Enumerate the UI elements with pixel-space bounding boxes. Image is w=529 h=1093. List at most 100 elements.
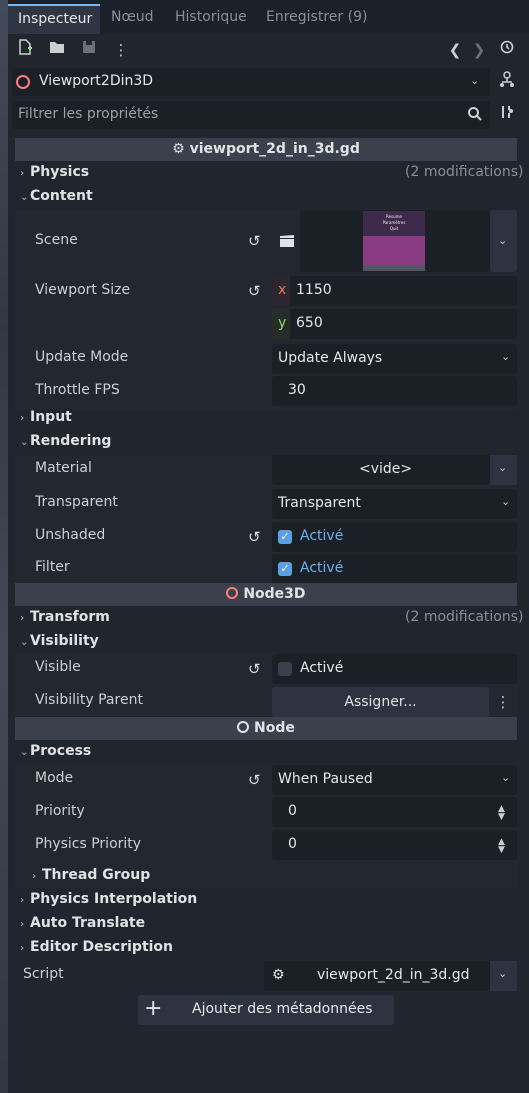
x-axis-label: x xyxy=(278,282,287,298)
chevron-right-icon: › xyxy=(20,895,25,906)
tab-noeud[interactable]: Nœud xyxy=(101,4,164,34)
history-forward-icon[interactable]: ❯ xyxy=(467,38,491,62)
section-thread-group-label: Thread Group xyxy=(42,867,151,883)
update-mode-value: Update Always xyxy=(278,350,383,366)
transparent-value: Transparent xyxy=(278,495,361,511)
tab-inspecteur[interactable]: Inspecteur xyxy=(8,4,100,34)
section-editor-description-label: Editor Description xyxy=(30,939,174,955)
tab-historique[interactable]: Historique xyxy=(165,4,257,34)
node-header-label: Node xyxy=(254,720,295,736)
clapper-icon xyxy=(279,234,295,252)
section-thread-group[interactable]: › Thread Group xyxy=(32,867,150,883)
scene-preview-thumbnail: Resume Paramètres Quit xyxy=(363,211,425,271)
node3d-header-label: Node3D xyxy=(243,586,306,602)
revert-icon[interactable]: ↺ xyxy=(248,771,261,789)
unshaded-checkbox[interactable] xyxy=(278,530,292,544)
open-folder-icon[interactable] xyxy=(45,38,69,62)
script-header: ⚙ viewport_2d_in_3d.gd xyxy=(15,138,517,161)
chevron-right-icon: › xyxy=(20,919,25,930)
prop-priority-label: Priority xyxy=(35,803,85,819)
prop-visibility-parent-label: Visibility Parent xyxy=(35,692,143,708)
section-editor-description[interactable]: › Editor Description xyxy=(20,939,173,955)
chevron-right-icon: › xyxy=(20,613,25,624)
prop-physics-priority-label: Physics Priority xyxy=(35,836,142,852)
section-process-label: Process xyxy=(30,743,92,759)
prop-mode-label: Mode xyxy=(35,770,74,786)
save-icon[interactable] xyxy=(77,38,101,62)
section-rendering[interactable]: ⌄ Rendering xyxy=(20,433,111,449)
revert-icon[interactable]: ↺ xyxy=(248,232,261,250)
y-axis-label: y xyxy=(278,315,287,331)
node3d-icon xyxy=(226,587,239,599)
spin-arrows-icon[interactable]: ▲ ▼ xyxy=(498,838,505,855)
visible-checkbox[interactable] xyxy=(278,662,292,676)
unshaded-value: Activé xyxy=(300,528,344,544)
chevron-down-icon: ⌄ xyxy=(498,967,508,980)
prop-scene-label: Scene xyxy=(35,232,78,248)
chevron-down-icon: ⌄ xyxy=(498,461,508,474)
filter-checkbox[interactable] xyxy=(278,562,292,576)
filter-placeholder: Filtrer les propriétés xyxy=(18,106,159,122)
chevron-down-icon: ⌄ xyxy=(20,437,29,448)
viewport-size-y-value: 650 xyxy=(296,315,323,331)
chevron-down-icon: ⌄ xyxy=(498,234,508,247)
visibility-parent-assign-button[interactable]: Assigner... xyxy=(272,687,489,717)
throttle-fps-field[interactable] xyxy=(272,376,517,406)
more-options-icon[interactable]: ⋮ xyxy=(491,690,515,714)
chevron-down-icon: ⌄ xyxy=(501,495,511,508)
prop-script-label: Script xyxy=(23,966,64,982)
node-class-header: Node xyxy=(15,717,517,740)
chevron-right-icon: › xyxy=(20,413,25,424)
chevron-down-icon: ⌄ xyxy=(20,637,29,648)
transform-mods-count: (2 modifications) xyxy=(405,609,524,625)
more-options-icon[interactable]: ⋮ xyxy=(109,38,133,62)
prop-filter-label: Filter xyxy=(35,559,70,575)
chevron-down-icon: ⌄ xyxy=(20,192,29,203)
chevron-right-icon: › xyxy=(20,168,25,179)
left-side-panel-edge xyxy=(0,0,8,1093)
section-process[interactable]: ⌄ Process xyxy=(20,743,91,759)
spin-arrows-icon[interactable]: ▲ ▼ xyxy=(498,805,505,822)
prop-unshaded-label: Unshaded xyxy=(35,527,106,543)
chevron-down-icon: ⌄ xyxy=(20,747,29,758)
section-content[interactable]: ⌄ Content xyxy=(20,188,93,204)
section-physics-interpolation[interactable]: › Physics Interpolation xyxy=(20,891,197,907)
revert-icon[interactable]: ↺ xyxy=(248,282,261,300)
node-icon xyxy=(237,721,250,733)
section-physics[interactable]: › Physics xyxy=(20,164,89,180)
revert-icon[interactable]: ↺ xyxy=(248,528,261,546)
history-back-icon[interactable]: ❮ xyxy=(443,38,467,62)
prop-visible-label: Visible xyxy=(35,659,81,675)
recent-history-icon[interactable] xyxy=(495,38,519,62)
node3d-icon xyxy=(16,75,30,89)
physics-mods-count: (2 modifications) xyxy=(405,164,524,180)
gear-icon: ⚙ xyxy=(172,141,185,157)
viewport-size-x-value: 1150 xyxy=(296,282,332,298)
section-input[interactable]: › Input xyxy=(20,409,72,425)
new-resource-icon[interactable] xyxy=(13,38,37,62)
section-auto-translate[interactable]: › Auto Translate xyxy=(20,915,145,931)
add-metadata-label: Ajouter des métadonnées xyxy=(192,1001,373,1017)
filter-value: Activé xyxy=(300,560,344,576)
search-icon xyxy=(467,106,483,126)
revert-icon[interactable]: ↺ xyxy=(248,660,261,678)
section-physics-interpolation-label: Physics Interpolation xyxy=(30,891,198,907)
chevron-down-icon: ⌄ xyxy=(470,74,480,87)
object-name: Viewport2Din3D xyxy=(39,73,154,89)
physics-priority-spinbox[interactable] xyxy=(272,830,517,860)
section-auto-translate-label: Auto Translate xyxy=(30,915,146,931)
object-docs-icon[interactable] xyxy=(495,70,519,94)
plus-icon: + xyxy=(144,996,163,1021)
priority-spinbox[interactable] xyxy=(272,797,517,827)
script-value: viewport_2d_in_3d.gd xyxy=(317,967,470,983)
chevron-right-icon: › xyxy=(32,871,37,882)
script-header-label: viewport_2d_in_3d.gd xyxy=(189,141,360,157)
section-transform-label: Transform xyxy=(30,609,110,625)
section-content-label: Content xyxy=(30,188,93,204)
section-visibility[interactable]: ⌄ Visibility xyxy=(20,633,99,649)
section-transform[interactable]: › Transform xyxy=(20,609,110,625)
physics-priority-value: 0 xyxy=(288,836,297,852)
tab-enregistrer[interactable]: Enregistrer (9) xyxy=(256,4,377,34)
section-physics-label: Physics xyxy=(30,164,90,180)
property-tools-icon[interactable] xyxy=(495,103,519,127)
